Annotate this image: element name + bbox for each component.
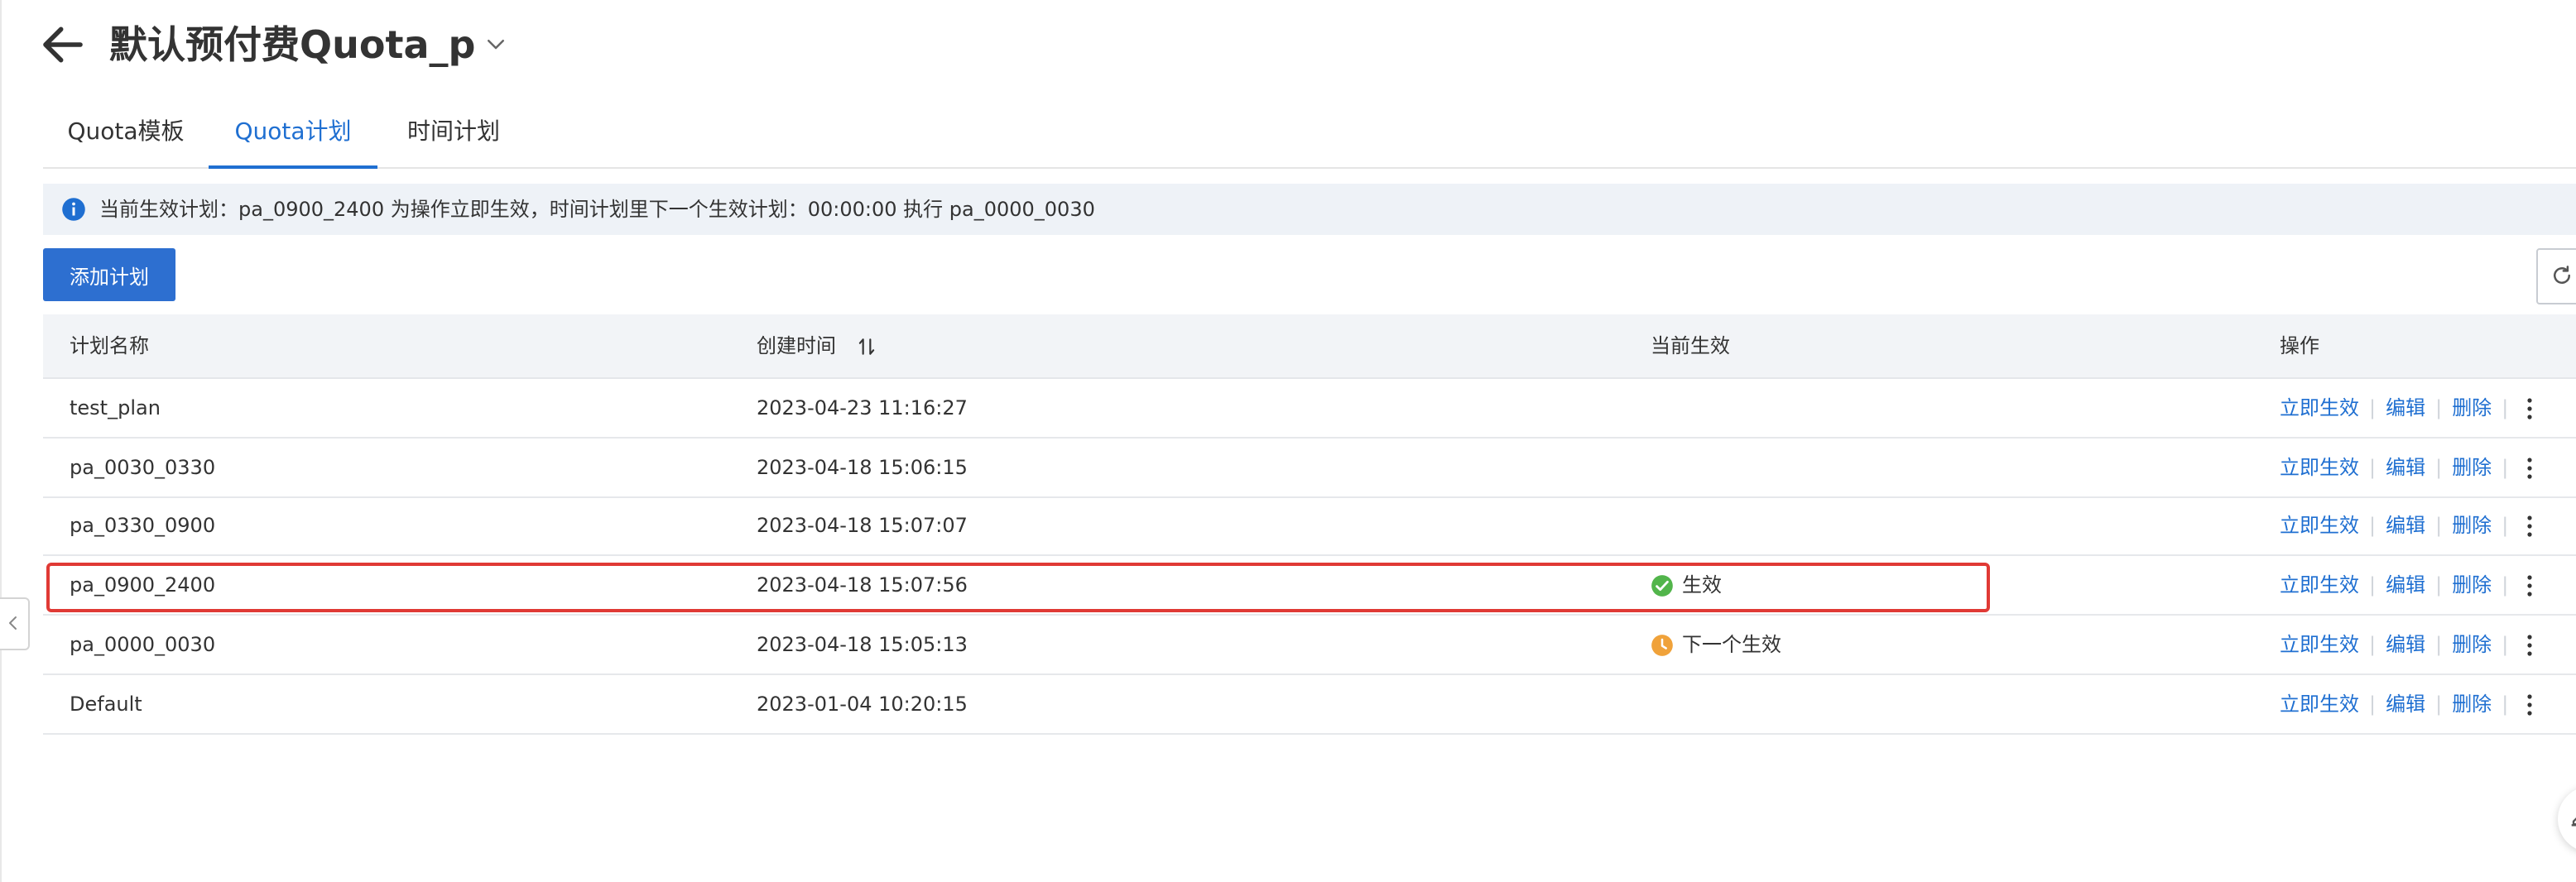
refresh-icon xyxy=(2554,266,2570,284)
status-text: 下一个生效 xyxy=(1682,633,1781,656)
apply-now-link[interactable]: 立即生效 xyxy=(2280,456,2359,479)
delete-link[interactable]: 删除 xyxy=(2452,633,2492,656)
more-vertical-icon[interactable] xyxy=(2526,633,2533,658)
chevron-left-icon xyxy=(9,616,17,630)
col-operations: 操作 xyxy=(2280,334,2319,357)
row-actions: 立即生效 | 编辑 | 删除 | xyxy=(2280,496,2533,554)
delete-link[interactable]: 删除 xyxy=(2452,693,2492,716)
more-vertical-icon[interactable] xyxy=(2526,514,2533,539)
created-time: 2023-01-04 10:20:15 xyxy=(757,693,968,716)
apply-now-link[interactable]: 立即生效 xyxy=(2280,633,2359,656)
sidebar-collapse-toggle[interactable] xyxy=(0,597,30,650)
table-row: pa_0330_0900 2023-04-18 15:07:07 立即生效 | 编辑… xyxy=(43,496,2576,556)
table-row: test_plan 2023-04-23 11:16:27 立即生效 | 编辑 | 删除… xyxy=(43,379,2576,439)
col-created-time: 创建时间 xyxy=(757,314,877,377)
delete-link[interactable]: 删除 xyxy=(2452,456,2492,479)
more-vertical-icon[interactable] xyxy=(2526,456,2533,481)
apply-now-link[interactable]: 立即生效 xyxy=(2280,396,2359,419)
table-row: pa_0030_0330 2023-04-18 15:06:15 立即生效 | 编辑… xyxy=(43,439,2576,498)
clock-icon xyxy=(1651,635,1673,656)
apply-now-link[interactable]: 立即生效 xyxy=(2280,573,2359,597)
more-vertical-icon[interactable] xyxy=(2526,573,2533,598)
edit-icon xyxy=(2571,817,2576,827)
row-actions: 立即生效 | 编辑 | 删除 | xyxy=(2280,675,2533,733)
tab-time-plan[interactable]: 时间计划 xyxy=(377,108,530,165)
delete-link[interactable]: 删除 xyxy=(2452,573,2492,597)
chevron-down-icon[interactable] xyxy=(483,31,508,56)
row-actions: 立即生效 | 编辑 | 删除 | xyxy=(2280,439,2533,496)
plan-name: pa_0030_0330 xyxy=(70,456,216,479)
row-actions: 立即生效 | 编辑 | 删除 | xyxy=(2280,556,2533,614)
plan-name: test_plan xyxy=(70,396,161,419)
info-icon xyxy=(62,198,85,221)
col-current-effective: 当前生效 xyxy=(1651,334,1730,357)
tab-quota-plan[interactable]: Quota计划 xyxy=(209,108,377,169)
edit-link[interactable]: 编辑 xyxy=(2386,456,2425,479)
plan-name: Default xyxy=(70,693,142,716)
floating-feedback-button[interactable] xyxy=(2558,786,2576,852)
tab-quota-template[interactable]: Quota模板 xyxy=(43,108,209,165)
left-border xyxy=(0,0,2,882)
row-actions: 立即生效 | 编辑 | 删除 | xyxy=(2280,616,2533,673)
table-header: 计划名称 创建时间 当前生效 操作 xyxy=(43,314,2576,379)
created-time: 2023-04-18 15:05:13 xyxy=(757,633,968,656)
more-vertical-icon[interactable] xyxy=(2526,396,2533,421)
created-time: 2023-04-18 15:06:15 xyxy=(757,456,968,479)
created-time: 2023-04-18 15:07:07 xyxy=(757,514,968,537)
apply-now-link[interactable]: 立即生效 xyxy=(2280,514,2359,537)
edit-link[interactable]: 编辑 xyxy=(2386,396,2425,419)
plan-name: pa_0000_0030 xyxy=(70,633,216,656)
alert-text: 当前生效计划：pa_0900_2400 为操作立即生效，时间计划里下一个生效计划… xyxy=(99,198,1095,221)
delete-link[interactable]: 删除 xyxy=(2452,514,2492,537)
edit-link[interactable]: 编辑 xyxy=(2386,633,2425,656)
col-plan-name: 计划名称 xyxy=(70,334,149,357)
plan-name: pa_0330_0900 xyxy=(70,514,216,537)
created-time: 2023-04-23 11:16:27 xyxy=(757,396,968,419)
add-plan-button[interactable]: 添加计划 xyxy=(43,248,175,301)
edit-link[interactable]: 编辑 xyxy=(2386,514,2425,537)
edit-link[interactable]: 编辑 xyxy=(2386,693,2425,716)
apply-now-link[interactable]: 立即生效 xyxy=(2280,693,2359,716)
more-vertical-icon[interactable] xyxy=(2526,693,2533,717)
row-highlight-box xyxy=(46,563,1990,612)
edit-link[interactable]: 编辑 xyxy=(2386,573,2425,597)
sort-icon[interactable] xyxy=(856,336,877,357)
page-title: 默认预付费Quota_p xyxy=(109,22,476,67)
table-row: Default 2023-01-04 10:20:15 立即生效 | 编辑 | 删除 | xyxy=(43,675,2576,735)
delete-link[interactable]: 删除 xyxy=(2452,396,2492,419)
table-row: pa_0000_0030 2023-04-18 15:05:13 下一个生效 立… xyxy=(43,616,2576,675)
back-arrow-icon[interactable] xyxy=(40,22,86,68)
status-next: 下一个生效 xyxy=(1651,616,1781,673)
refresh-button[interactable] xyxy=(2536,248,2576,304)
col-created-time-label: 创建时间 xyxy=(757,334,836,357)
tab-bar: Quota模板 Quota计划 时间计划 xyxy=(43,108,2576,169)
row-actions: 立即生效 | 编辑 | 删除 | xyxy=(2280,379,2533,437)
